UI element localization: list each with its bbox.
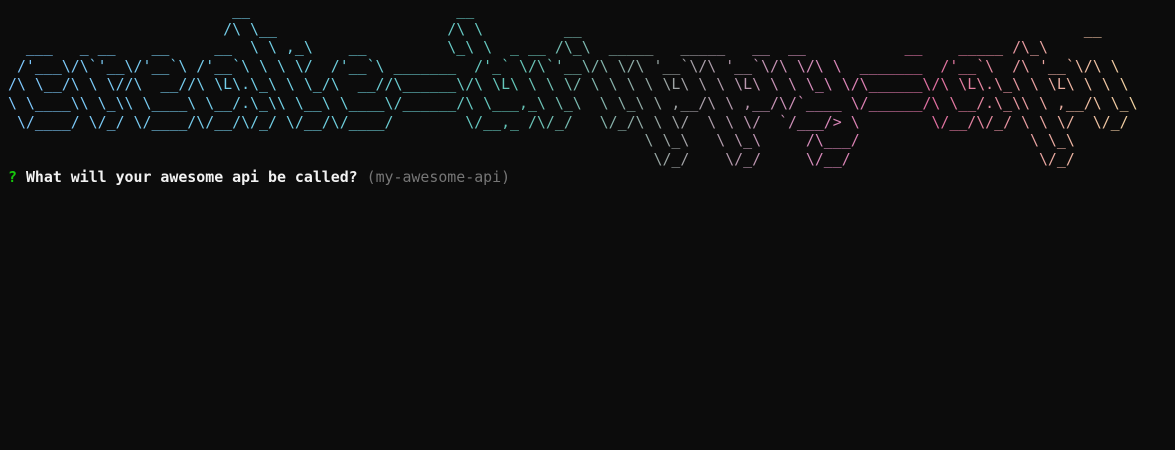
banner-line: \ \_\ \ \_\ /\___/ \ \_\	[8, 131, 1075, 150]
banner-line: ___ _ __ __ __ \ \ ,_\ __ \_\ \ _ __ /\_…	[8, 38, 1048, 57]
question-mark-icon: ?	[8, 168, 17, 186]
prompt-line[interactable]: ? What will your awesome api be called? …	[8, 168, 510, 186]
ascii-art-banner: __ __ /\ \__ /\ \ __ __ ___ _ __ __ __ \…	[8, 1, 1138, 168]
banner-line: /'___\/\`'__\/'__`\ /'__`\ \ \ \/ /'__`\…	[8, 56, 1120, 75]
banner-line: /\ \__ /\ \ __ __	[8, 19, 1102, 38]
banner-line: /\ \__/\ \ \//\ __//\ \L\.\_\ \ \_/\ __/…	[8, 75, 1129, 94]
banner-line: __ __	[8, 1, 475, 19]
banner-line: \/_/ \/_/ \/__/ \/_/	[8, 149, 1075, 168]
prompt-question: What will your awesome api be called?	[25, 168, 358, 186]
banner-line: \ \____\\ \_\\ \____\ \__/.\_\\ \__\ \__…	[8, 93, 1138, 112]
banner-line: \/____/ \/_/ \/____/\/__/\/_/ \/__/\/___…	[8, 112, 1129, 131]
prompt-default-value: (my-awesome-api)	[366, 168, 511, 186]
terminal-window[interactable]: __ __ /\ \__ /\ \ __ __ ___ _ __ __ __ \…	[0, 0, 1175, 450]
